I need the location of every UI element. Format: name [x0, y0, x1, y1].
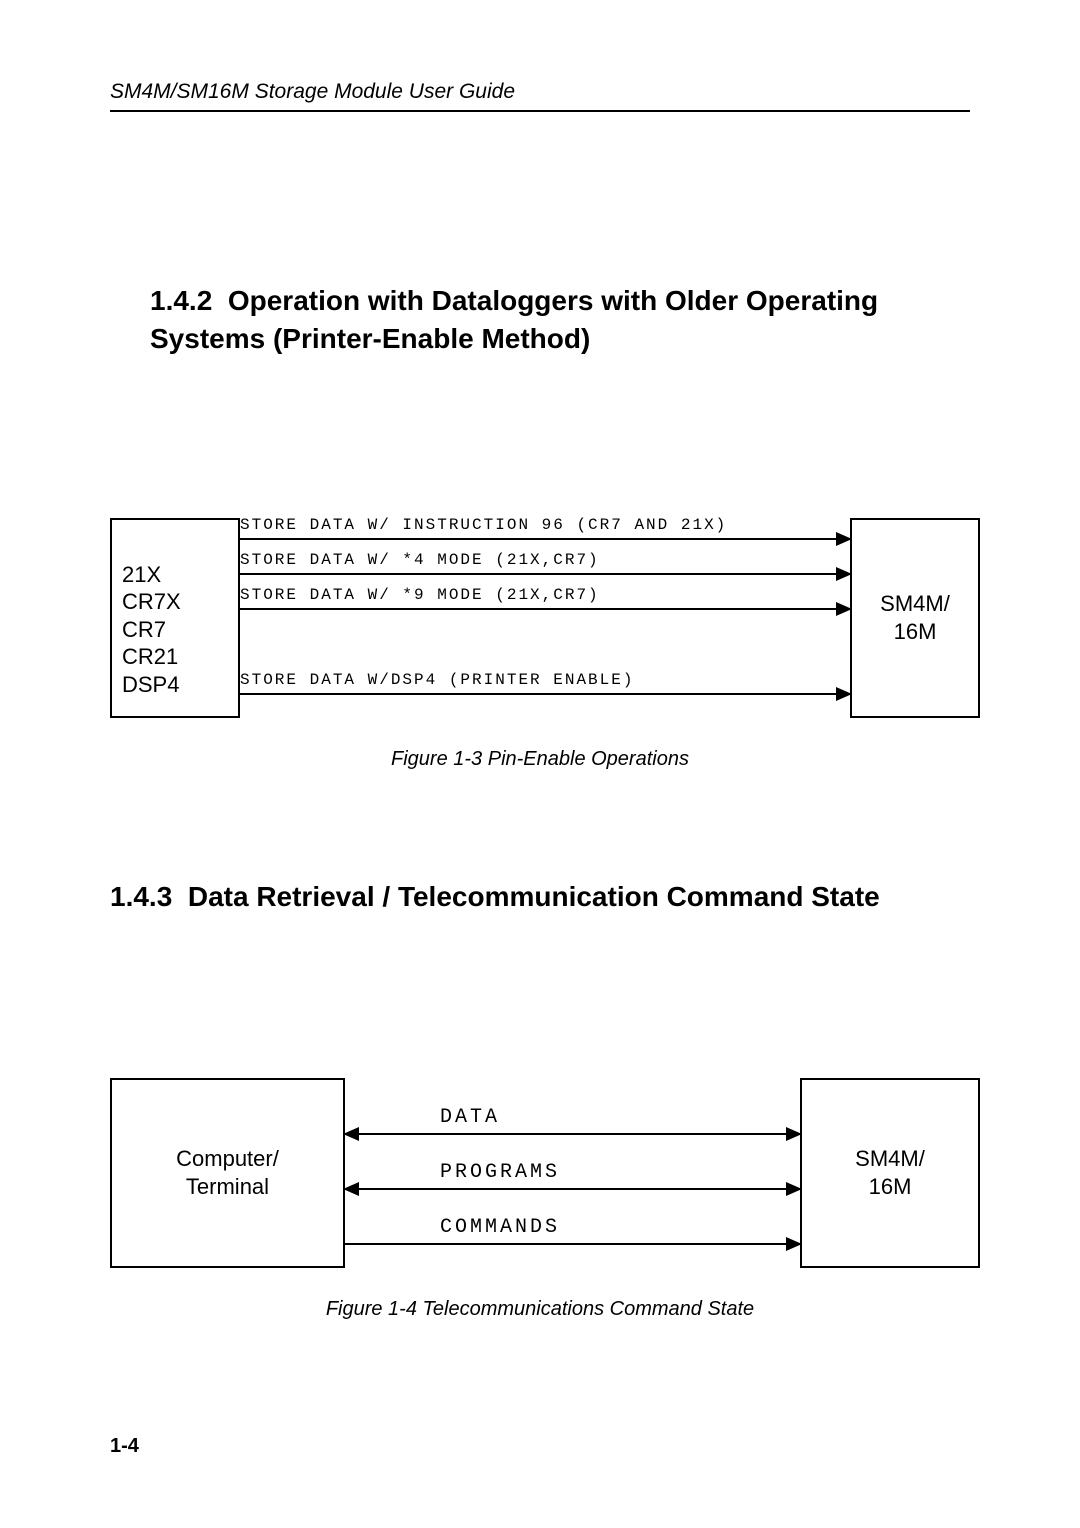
arrow-label: COMMANDS [440, 1216, 560, 1239]
arrow-head-icon [786, 1127, 802, 1141]
bi-arrow: DATA [345, 1133, 800, 1135]
single-arrow: COMMANDS [345, 1243, 800, 1245]
arrow-label: STORE DATA W/ *9 MODE (21X,CR7) [240, 586, 600, 604]
section-number: 1.4.2 [150, 285, 212, 316]
running-header: SM4M/SM16M Storage Module User Guide [110, 80, 970, 112]
device-label: CR21 [122, 643, 178, 671]
section-heading-143: 1.4.3 Data Retrieval / Telecommunication… [110, 881, 970, 913]
fig2-right-box: SM4M/ 16M [800, 1078, 980, 1268]
arrow-head-icon [836, 687, 852, 701]
module-label: SM4M/ 16M [855, 1145, 925, 1200]
arrow-head-icon [836, 567, 852, 581]
terminal-label: Computer/ Terminal [176, 1145, 279, 1200]
arrow-label: STORE DATA W/ INSTRUCTION 96 (CR7 AND 21… [240, 516, 727, 534]
figure-1-4: Computer/ Terminal SM4M/ 16M DATA PROGRA… [110, 1078, 970, 1268]
arrow-label: PROGRAMS [440, 1161, 560, 1184]
bi-arrow: PROGRAMS [345, 1188, 800, 1190]
arrow-head-icon [343, 1182, 359, 1196]
arrow-head-icon [786, 1182, 802, 1196]
device-label: CR7 [122, 616, 166, 644]
section-heading-142: 1.4.2 Operation with Dataloggers with Ol… [150, 282, 910, 358]
arrow-label: STORE DATA W/DSP4 (PRINTER ENABLE) [240, 671, 634, 689]
page-number: 1-4 [110, 1435, 139, 1458]
fig2-left-box: Computer/ Terminal [110, 1078, 345, 1268]
arrow-head-icon [343, 1127, 359, 1141]
device-label: CR7X [122, 588, 181, 616]
arrow-row: STORE DATA W/DSP4 (PRINTER ENABLE) [240, 693, 850, 695]
figure-1-3: 21X CR7X CR7 CR21 DSP4 SM4M/ 16M STORE D… [110, 518, 970, 718]
arrow-head-icon [786, 1237, 802, 1251]
section-title: Operation with Dataloggers with Older Op… [150, 285, 878, 354]
fig1-left-box: 21X CR7X CR7 CR21 DSP4 [110, 518, 240, 718]
figure-caption: Figure 1-4 Telecommunications Command St… [110, 1298, 970, 1321]
module-label: SM4M/ 16M [880, 590, 950, 645]
device-label: 21X [122, 561, 161, 589]
arrow-row: STORE DATA W/ *9 MODE (21X,CR7) [240, 608, 850, 610]
arrow-head-icon [836, 602, 852, 616]
page: SM4M/SM16M Storage Module User Guide 1.4… [0, 0, 1080, 1528]
arrow-row: STORE DATA W/ *4 MODE (21X,CR7) [240, 573, 850, 575]
fig1-right-box: SM4M/ 16M [850, 518, 980, 718]
arrow-head-icon [836, 532, 852, 546]
section-number: 1.4.3 [110, 881, 172, 912]
arrow-label: STORE DATA W/ *4 MODE (21X,CR7) [240, 551, 600, 569]
section-title: Data Retrieval / Telecommunication Comma… [188, 881, 880, 912]
arrow-label: DATA [440, 1106, 500, 1129]
figure-caption: Figure 1-3 Pin-Enable Operations [110, 748, 970, 771]
arrow-row: STORE DATA W/ INSTRUCTION 96 (CR7 AND 21… [240, 538, 850, 540]
device-label: DSP4 [122, 671, 179, 699]
